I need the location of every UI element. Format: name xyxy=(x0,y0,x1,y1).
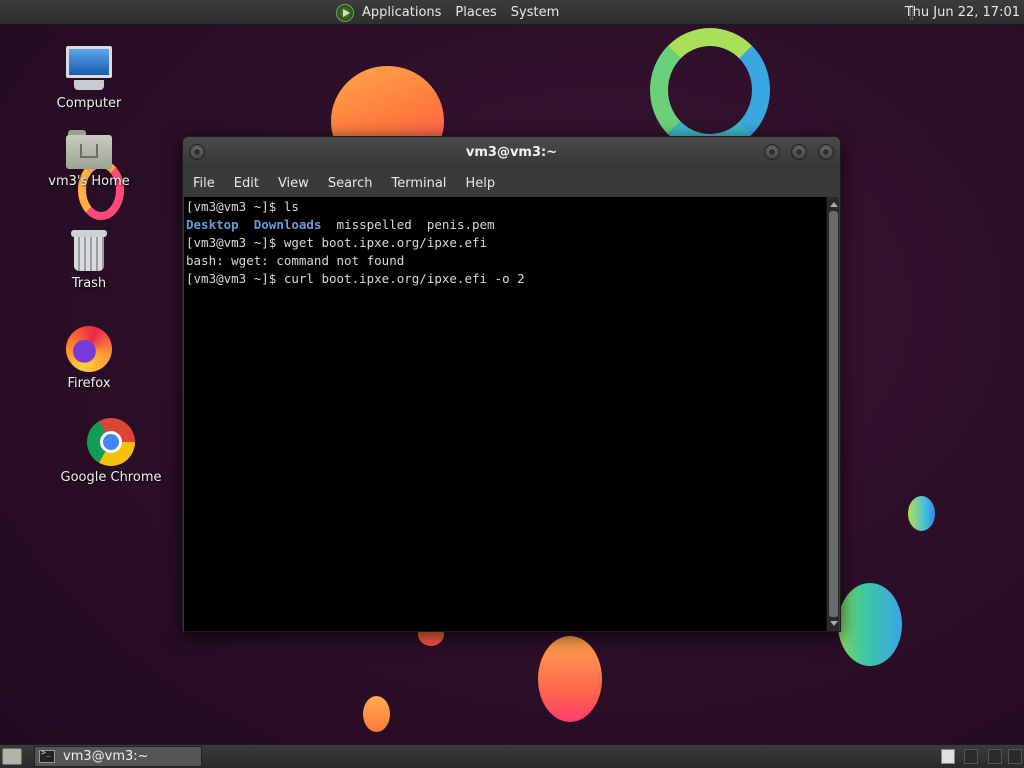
trash-icon xyxy=(71,228,107,272)
terminal-line: bash: wget: command not found xyxy=(186,253,405,268)
menu-terminal[interactable]: Terminal xyxy=(391,176,446,191)
window-title: vm3@vm3:~ xyxy=(465,145,558,160)
menu-places[interactable]: Places xyxy=(455,5,496,20)
workspace-1[interactable] xyxy=(941,749,955,764)
top-panel: Applications Places System Thu Jun 22, 1… xyxy=(0,0,1024,25)
menu-search[interactable]: Search xyxy=(328,176,373,191)
workspace-3[interactable] xyxy=(988,749,1002,764)
dir-entry: Desktop xyxy=(186,217,239,232)
terminal-line: [vm3@vm3 ~]$ curl boot.ipxe.org/ipxe.efi… xyxy=(186,270,825,288)
minimize-button[interactable] xyxy=(764,144,780,160)
menu-applications[interactable]: Applications xyxy=(362,5,441,20)
workspace-2[interactable] xyxy=(964,749,978,764)
desktop-icon-label: Computer xyxy=(56,96,122,111)
terminal-menubar: File Edit View Search Terminal Help xyxy=(183,169,840,197)
menu-system[interactable]: System xyxy=(511,5,559,20)
terminal-window: vm3@vm3:~ File Edit View Search Terminal… xyxy=(182,136,841,632)
wallpaper-orange-blob xyxy=(363,696,390,732)
terminal-line: [vm3@vm3 ~]$ ls xyxy=(186,199,299,214)
top-menu-bar: Applications Places System xyxy=(336,0,573,25)
workspace-4[interactable] xyxy=(1008,749,1022,764)
scroll-down-arrow-icon[interactable] xyxy=(830,621,838,626)
current-command: [vm3@vm3 ~]$ curl boot.ipxe.org/ipxe.efi… xyxy=(186,271,525,286)
show-desktop-icon[interactable] xyxy=(2,748,22,765)
menu-edit[interactable]: Edit xyxy=(234,176,259,191)
wallpaper-blue-blob xyxy=(908,496,935,531)
wallpaper-green-ring xyxy=(650,28,770,152)
clock[interactable]: Thu Jun 22, 17:01 xyxy=(905,0,1020,25)
menu-file[interactable]: File xyxy=(193,176,215,191)
window-titlebar[interactable]: vm3@vm3:~ xyxy=(183,137,840,169)
desktop-icon-chrome[interactable]: Google Chrome xyxy=(56,418,166,485)
close-button[interactable] xyxy=(818,144,834,160)
dir-entry: Downloads xyxy=(253,217,322,232)
maximize-button[interactable] xyxy=(791,144,807,160)
firefox-icon xyxy=(66,326,112,372)
chrome-icon xyxy=(87,418,135,466)
terminal-line: Desktop Downloads misspelled penis.pem xyxy=(186,216,825,234)
desktop-icon-firefox[interactable]: Firefox xyxy=(34,326,144,391)
desktop-icon-label: vm3's Home xyxy=(48,174,130,189)
bottom-panel: vm3@vm3:~ xyxy=(0,744,1024,768)
desktop-icon-label: Firefox xyxy=(67,376,111,391)
menu-help[interactable]: Help xyxy=(465,176,495,191)
taskbar-button-terminal[interactable]: vm3@vm3:~ xyxy=(34,746,202,767)
home-folder-icon xyxy=(66,130,112,170)
desktop-icon-home[interactable]: vm3's Home xyxy=(34,130,144,189)
computer-icon xyxy=(64,46,114,92)
terminal-line: [vm3@vm3 ~]$ wget boot.ipxe.org/ipxe.efi xyxy=(186,235,488,250)
scroll-up-arrow-icon[interactable] xyxy=(830,202,838,207)
wallpaper-orange-blob xyxy=(538,636,602,722)
terminal-scrollbar[interactable] xyxy=(826,197,839,631)
file-entries: misspelled penis.pem xyxy=(336,217,495,232)
terminal-output[interactable]: [vm3@vm3 ~]$ ls Desktop Downloads misspel… xyxy=(184,197,827,631)
desktop-icon-computer[interactable]: Computer xyxy=(34,46,144,111)
desktop-icon-label: Google Chrome xyxy=(60,470,162,485)
scrollbar-thumb[interactable] xyxy=(829,211,838,617)
terminal-icon xyxy=(39,748,55,763)
desktop-icon-trash[interactable]: Trash xyxy=(34,228,144,291)
distro-logo-icon[interactable] xyxy=(336,3,354,22)
menu-view[interactable]: View xyxy=(278,176,309,191)
taskbar-label: vm3@vm3:~ xyxy=(63,749,149,764)
wallpaper-blue-blob xyxy=(838,583,902,666)
desktop-icon-label: Trash xyxy=(71,276,107,291)
